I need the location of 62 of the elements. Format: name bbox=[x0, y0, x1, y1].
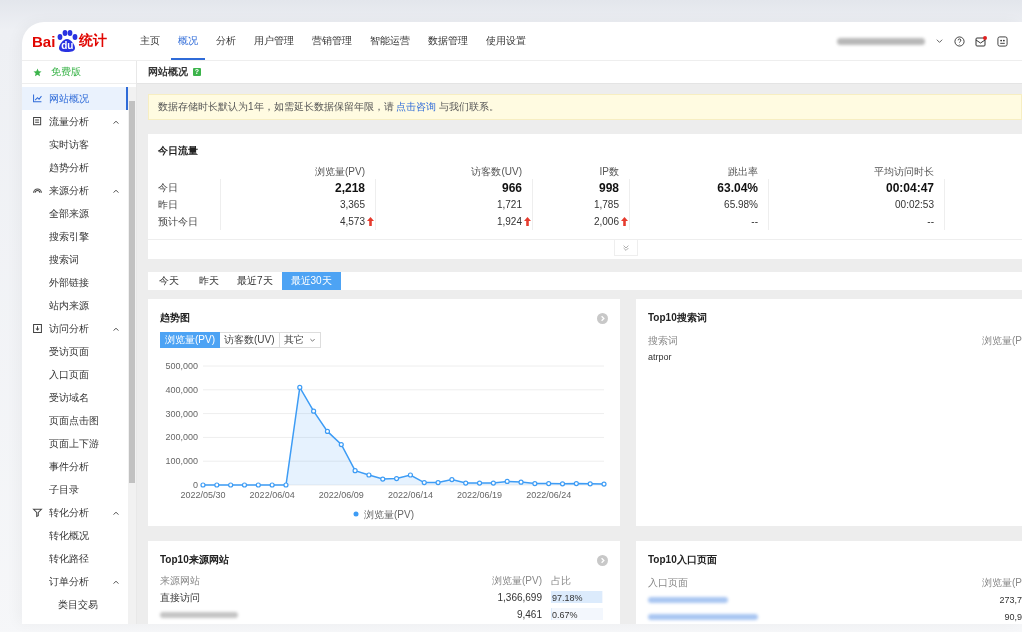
table-cell: 0.67% bbox=[551, 609, 578, 620]
table-cell: 998 bbox=[598, 180, 619, 195]
table-cell: 2,218 bbox=[334, 180, 365, 195]
column-header: 浏览量(P bbox=[982, 334, 1022, 348]
column-header: 搜索词 bbox=[648, 334, 678, 348]
x-tick-label: 2022/05/30 bbox=[180, 490, 226, 500]
column-header: 入口页面 bbox=[648, 576, 688, 590]
table-cell: 966 bbox=[501, 180, 522, 195]
table-cell: 97.18% bbox=[551, 592, 583, 603]
table-cell: 2,006 bbox=[593, 214, 619, 229]
column-header: 浏览量(P bbox=[982, 576, 1022, 590]
y-tick-label: 300,000 bbox=[165, 408, 198, 419]
table-cell: -- bbox=[751, 214, 758, 229]
x-tick-label: 2022/06/19 bbox=[457, 490, 503, 500]
x-tick-label: 2022/06/09 bbox=[318, 490, 364, 500]
table-cell: 1,924 bbox=[496, 214, 522, 229]
y-tick-label: 400,000 bbox=[165, 384, 198, 395]
logo-text: Bai bbox=[32, 32, 56, 50]
row-label: 今日 bbox=[157, 181, 179, 195]
column-header: 来源网站 bbox=[160, 574, 201, 588]
table-cell: 00:04:47 bbox=[885, 180, 934, 195]
table-cell-text: 直接访问 bbox=[160, 590, 201, 605]
x-tick-label: 2022/06/04 bbox=[249, 490, 295, 500]
table-cell-text: 9,461 bbox=[515, 608, 542, 622]
table-cell: 63.04% bbox=[717, 180, 758, 195]
paw-logo: du bbox=[55, 29, 80, 53]
table-cell: 00:02:53 bbox=[895, 197, 934, 212]
table-cell-text: 1,366,699 bbox=[496, 591, 542, 605]
y-tick-label: 200,000 bbox=[165, 432, 198, 443]
column-header: 浏览量(PV) bbox=[491, 574, 542, 588]
card-title: 趋势图 bbox=[160, 311, 190, 325]
notice-text: 数据存储时长默认为1年，如需延长数据保留年限，请 点击咨询 与我们联系。 bbox=[158, 100, 500, 114]
card-title: Top10搜索词 bbox=[648, 311, 707, 325]
logo-text: 统计 bbox=[79, 32, 108, 50]
y-tick-label: 100,000 bbox=[165, 456, 198, 467]
card-title: Top10来源网站 bbox=[160, 553, 229, 567]
row-label: 预计今日 bbox=[157, 215, 199, 229]
table-cell: 273,7 bbox=[999, 594, 1022, 605]
table-cell: 1,785 bbox=[593, 197, 619, 212]
table-cell: 3,365 bbox=[339, 197, 365, 212]
edition-label: 免费版 bbox=[51, 65, 81, 79]
card-title: 今日流量 bbox=[157, 144, 199, 158]
card-title: Top10入口页面 bbox=[648, 553, 717, 567]
x-tick-label: 2022/06/14 bbox=[387, 490, 433, 500]
table-cell: 90,9 bbox=[1004, 611, 1022, 622]
page-title: 网站概况 bbox=[148, 65, 188, 79]
table-cell: 1,721 bbox=[496, 197, 522, 212]
table-cell: 4,573 bbox=[339, 214, 365, 229]
column-header: 浏览量(PV) bbox=[314, 165, 366, 179]
column-header: 占比 bbox=[551, 574, 572, 588]
y-tick-label: 500,000 bbox=[165, 361, 198, 371]
column-header: IP数 bbox=[598, 165, 620, 179]
column-header: 跳出率 bbox=[727, 165, 759, 179]
legend-label: 浏览量(PV) bbox=[364, 509, 414, 520]
column-header: 访客数(UV) bbox=[470, 165, 523, 179]
table-cell: atrpor bbox=[648, 352, 672, 362]
table-cell: 65.98% bbox=[724, 197, 758, 212]
y-tick-label: 0 bbox=[193, 480, 198, 490]
column-header: 平均访问时长 bbox=[873, 165, 935, 179]
table-cell: -- bbox=[927, 214, 934, 229]
x-tick-label: 2022/06/24 bbox=[526, 490, 572, 500]
row-label: 昨日 bbox=[157, 198, 179, 212]
